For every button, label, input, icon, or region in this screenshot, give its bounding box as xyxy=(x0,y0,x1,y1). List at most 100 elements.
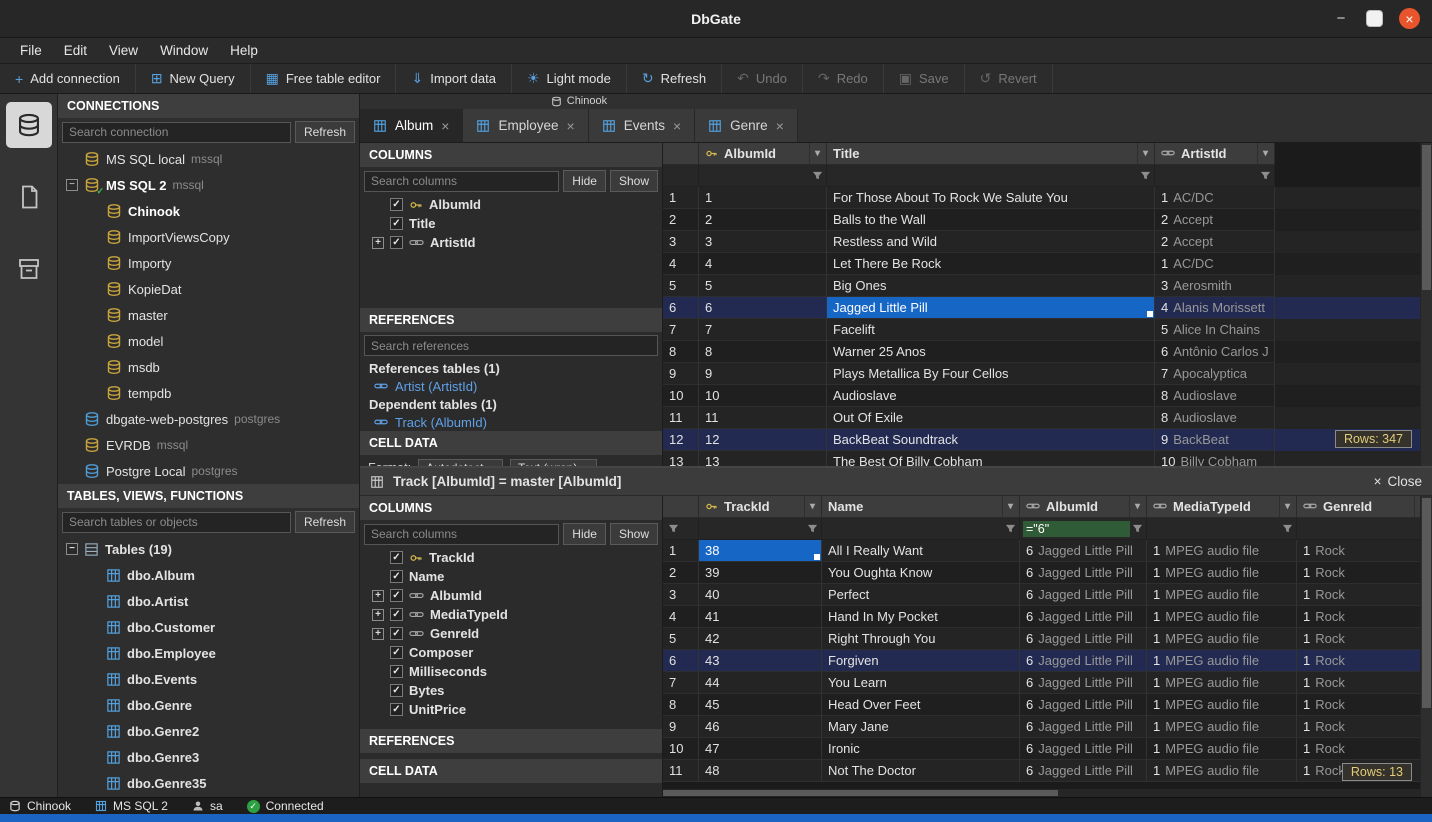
row-number[interactable]: 11 xyxy=(663,407,699,429)
cell-artistid[interactable]: 8 Audioslave xyxy=(1155,407,1275,429)
row-number[interactable]: 6 xyxy=(663,650,699,672)
row-number[interactable]: 6 xyxy=(663,297,699,319)
close-button[interactable]: × xyxy=(1399,8,1420,29)
cell-title[interactable]: Big Ones xyxy=(827,275,1155,297)
search-references-input[interactable] xyxy=(364,335,658,356)
toolbar-button[interactable]: ↺ Revert xyxy=(965,64,1053,93)
fill-handle[interactable] xyxy=(1147,311,1153,317)
toolbar-button[interactable]: ☀ Light mode xyxy=(512,64,627,93)
cell-albumid[interactable]: 10 xyxy=(699,385,827,407)
toolbar-button[interactable]: ▣ Save xyxy=(884,64,965,93)
row-number[interactable]: 12 xyxy=(663,429,699,451)
show-button[interactable]: Show xyxy=(610,523,658,545)
cell-name[interactable]: Perfect xyxy=(822,584,1020,606)
cell-title[interactable]: Balls to the Wall xyxy=(827,209,1155,231)
albumid-filter-input[interactable] xyxy=(1023,521,1130,537)
column-item[interactable]: + ✓ GenreId xyxy=(360,624,662,643)
funnel-icon[interactable] xyxy=(1282,523,1293,534)
toolbar-button[interactable]: ↻ Refresh xyxy=(627,64,722,93)
close-icon[interactable]: × xyxy=(1374,474,1382,489)
filter-input[interactable] xyxy=(702,521,805,537)
table-item[interactable]: dbo.Artist xyxy=(58,588,359,614)
funnel-icon[interactable] xyxy=(668,523,679,534)
cell-trackid[interactable]: 45 xyxy=(699,694,822,716)
table-item[interactable]: dbo.Genre3 xyxy=(58,744,359,770)
filter-input[interactable] xyxy=(702,168,810,184)
cell-name[interactable]: Hand In My Pocket xyxy=(822,606,1020,628)
cell-mediatypeid[interactable]: 1 MPEG audio file xyxy=(1147,694,1297,716)
table-item[interactable]: dbo.Employee xyxy=(58,640,359,666)
expander-icon[interactable]: + xyxy=(372,609,384,621)
column-item[interactable]: ✓ Milliseconds xyxy=(360,662,662,681)
cell-genreid[interactable]: 1 Rock xyxy=(1297,562,1432,584)
cell-genreid[interactable]: 1 Rock xyxy=(1297,650,1432,672)
column-header[interactable]: Name ▾ xyxy=(822,496,1020,518)
cell-artistid[interactable]: 10 Billy Cobham xyxy=(1155,451,1275,466)
cell-title[interactable]: Jagged Little Pill xyxy=(827,297,1155,319)
table-row[interactable]: 8 8 Warner 25 Anos 6 Antônio Carlos J xyxy=(663,341,1432,363)
connection-item[interactable]: MS SQL local mssql xyxy=(58,146,359,172)
cell-albumid[interactable]: 13 xyxy=(699,451,827,466)
cell-trackid[interactable]: 46 xyxy=(699,716,822,738)
row-number[interactable]: 10 xyxy=(663,738,699,760)
cell-name[interactable]: You Oughta Know xyxy=(822,562,1020,584)
row-number[interactable]: 8 xyxy=(663,694,699,716)
funnel-icon[interactable] xyxy=(1140,170,1151,181)
column-item[interactable]: ✓ Name xyxy=(360,567,662,586)
tab[interactable]: Events × xyxy=(589,109,695,142)
chevron-down-icon[interactable]: ▾ xyxy=(1257,143,1268,164)
cell-name[interactable]: Ironic xyxy=(822,738,1020,760)
close-icon[interactable]: × xyxy=(567,118,575,134)
cell-albumid[interactable]: 6 Jagged Little Pill xyxy=(1020,562,1147,584)
cell-mediatypeid[interactable]: 1 MPEG audio file xyxy=(1147,540,1297,562)
cell-albumid[interactable]: 6 Jagged Little Pill xyxy=(1020,716,1147,738)
chevron-down-icon[interactable]: ▾ xyxy=(1279,496,1290,517)
column-item[interactable]: ✓ TrackId xyxy=(360,548,662,567)
expander-icon[interactable]: + xyxy=(372,237,384,249)
column-header[interactable]: MediaTypeId ▾ xyxy=(1147,496,1297,518)
column-item[interactable]: ✓ Composer xyxy=(360,643,662,662)
format-select[interactable]: Autodetect▾ xyxy=(418,459,503,466)
table-item[interactable]: dbo.Events xyxy=(58,666,359,692)
cell-albumid[interactable]: 6 Jagged Little Pill xyxy=(1020,738,1147,760)
reference-link[interactable]: Track (AlbumId) xyxy=(360,414,662,431)
close-reference-button[interactable]: × Close xyxy=(1374,474,1422,489)
checkbox[interactable]: ✓ xyxy=(390,703,403,716)
cell-mediatypeid[interactable]: 1 MPEG audio file xyxy=(1147,650,1297,672)
table-row[interactable]: 9 9 Plays Metallica By Four Cellos 7 Apo… xyxy=(663,363,1432,385)
column-item[interactable]: ✓ AlbumId xyxy=(360,195,662,214)
cell-trackid[interactable]: 41 xyxy=(699,606,822,628)
column-item[interactable]: ✓ Title xyxy=(360,214,662,233)
cell-genreid[interactable]: 1 Rock xyxy=(1297,628,1432,650)
filter-input[interactable] xyxy=(1158,168,1258,184)
cell-genreid[interactable]: 1 Rock xyxy=(1297,606,1432,628)
cell-albumid[interactable]: 6 Jagged Little Pill xyxy=(1020,584,1147,606)
cell-name[interactable]: Not The Doctor xyxy=(822,760,1020,782)
funnel-icon[interactable] xyxy=(1260,170,1271,181)
cell-albumid[interactable]: 2 xyxy=(699,209,827,231)
row-number[interactable]: 3 xyxy=(663,231,699,253)
row-number[interactable]: 11 xyxy=(663,760,699,782)
tab[interactable]: Genre × xyxy=(695,109,798,142)
cell-genreid[interactable]: 1 Rock xyxy=(1297,738,1432,760)
column-header[interactable]: Title ▾ xyxy=(827,143,1155,165)
cell-trackid[interactable]: 42 xyxy=(699,628,822,650)
checkbox[interactable]: ✓ xyxy=(390,570,403,583)
cell-artistid[interactable]: 4 Alanis Morissett xyxy=(1155,297,1275,319)
cell-artistid[interactable]: 2 Accept xyxy=(1155,231,1275,253)
cell-title[interactable]: Warner 25 Anos xyxy=(827,341,1155,363)
cell-name[interactable]: Right Through You xyxy=(822,628,1020,650)
table-row[interactable]: 1 1 For Those About To Rock We Salute Yo… xyxy=(663,187,1432,209)
cell-mediatypeid[interactable]: 1 MPEG audio file xyxy=(1147,584,1297,606)
row-number[interactable]: 5 xyxy=(663,628,699,650)
cell-albumid[interactable]: 7 xyxy=(699,319,827,341)
cell-title[interactable]: Plays Metallica By Four Cellos xyxy=(827,363,1155,385)
connection-item[interactable]: − ✓ MS SQL 2 mssql xyxy=(58,172,359,198)
table-row[interactable]: 10 10 Audioslave 8 Audioslave xyxy=(663,385,1432,407)
toolbar-button[interactable]: ⇓ Import data xyxy=(396,64,512,93)
search-columns-input[interactable] xyxy=(364,171,559,192)
cell-artistid[interactable]: 9 BackBeat xyxy=(1155,429,1275,451)
funnel-icon[interactable] xyxy=(1132,523,1143,534)
table-row[interactable]: 10 47 Ironic 6 Jagged Little Pill xyxy=(663,738,1432,760)
scrollbar-thumb[interactable] xyxy=(1422,498,1431,708)
